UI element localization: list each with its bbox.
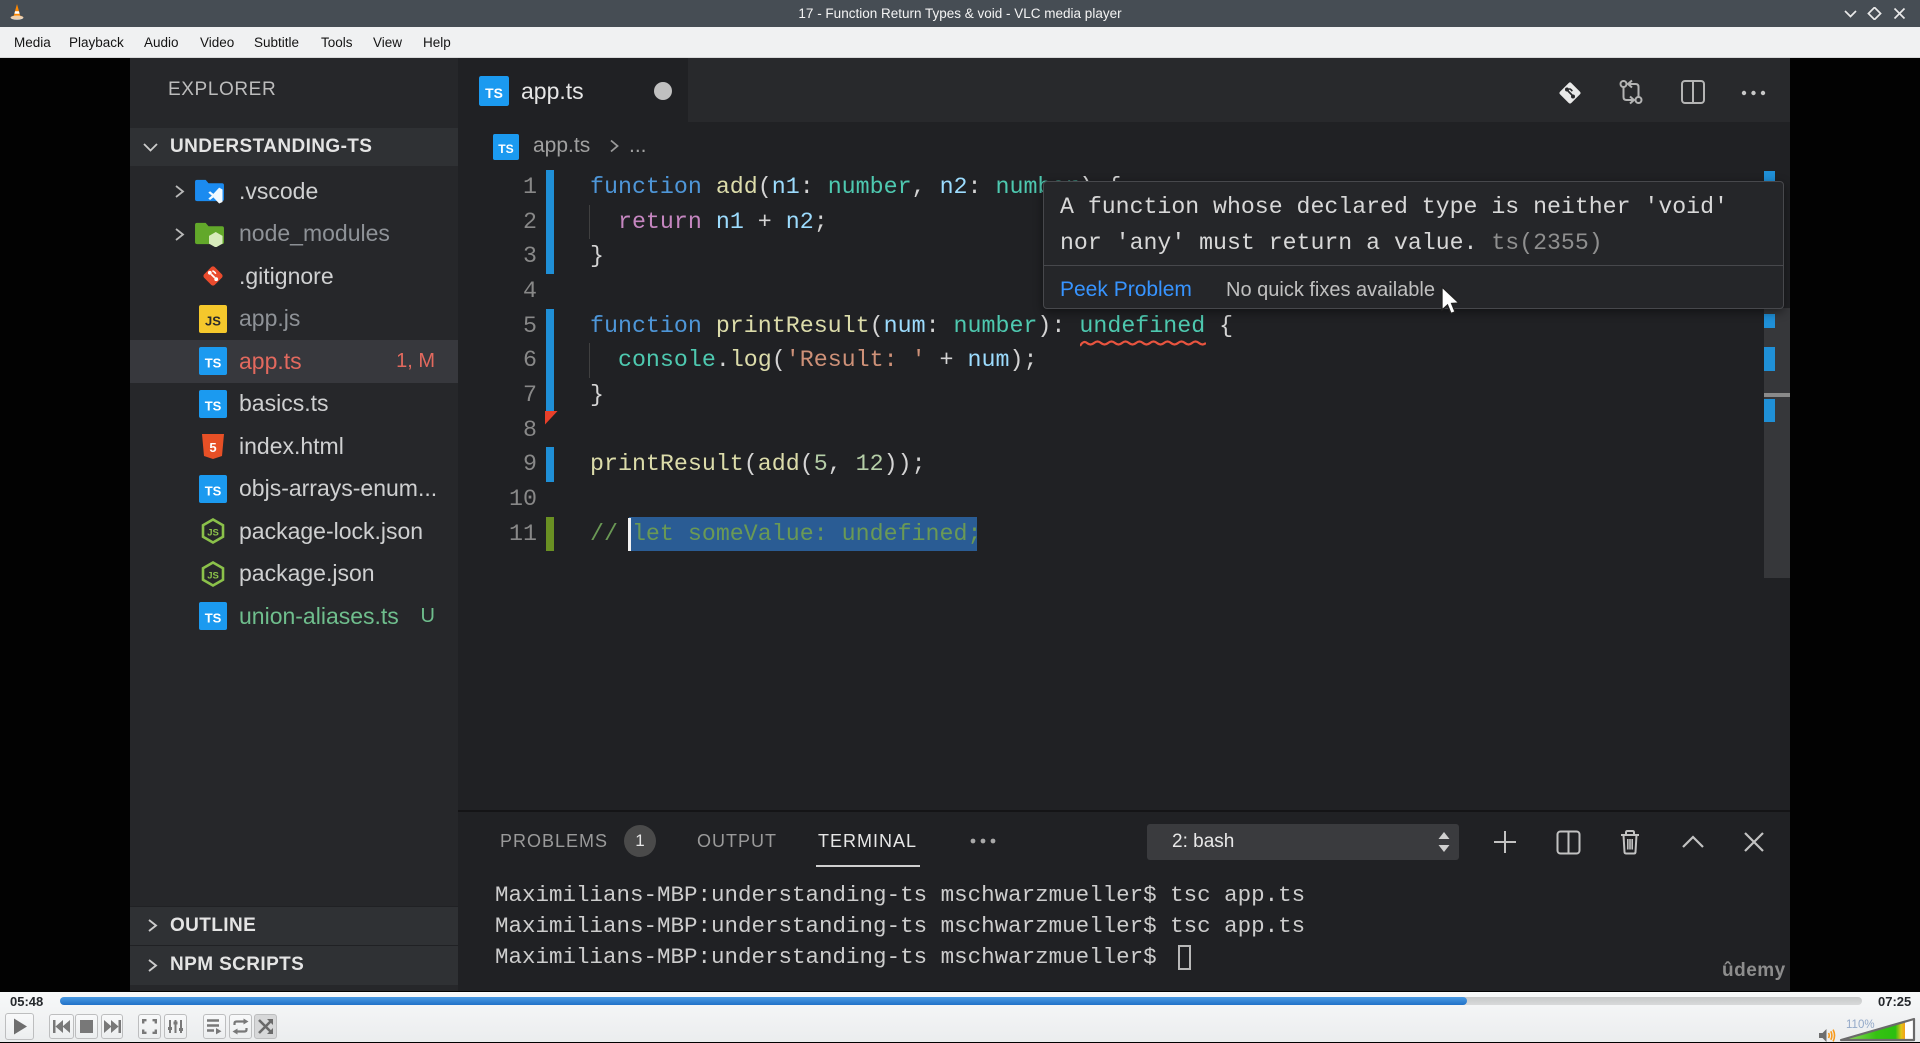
svg-text:JS: JS bbox=[205, 313, 221, 328]
svg-text:TS: TS bbox=[205, 611, 222, 626]
svg-text:TS: TS bbox=[205, 398, 222, 413]
svg-text:TS: TS bbox=[498, 142, 513, 156]
svg-text:JS: JS bbox=[207, 570, 219, 581]
svg-text:JS: JS bbox=[207, 528, 219, 539]
svg-text:TS: TS bbox=[205, 356, 222, 371]
svg-text:TS: TS bbox=[485, 85, 503, 101]
svg-text:TS: TS bbox=[205, 483, 222, 498]
svg-text:5: 5 bbox=[209, 440, 216, 455]
